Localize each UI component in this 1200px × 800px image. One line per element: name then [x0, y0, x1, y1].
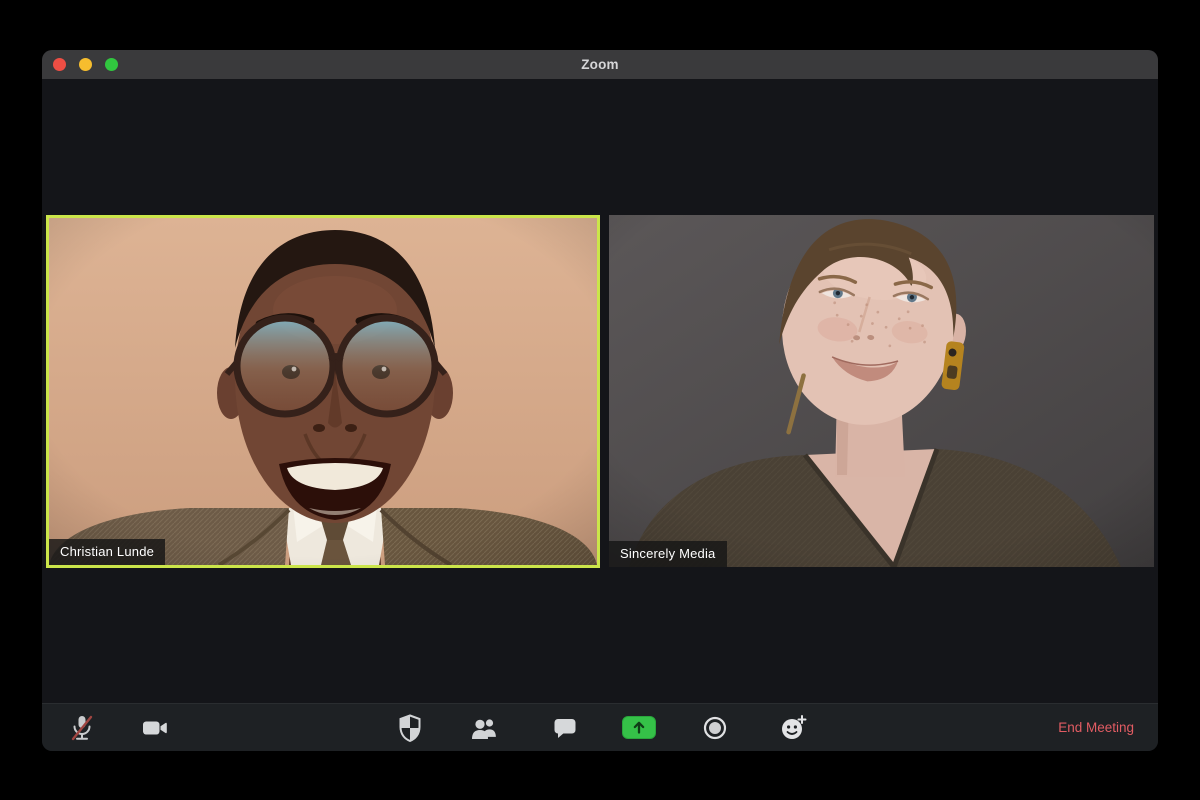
meeting-toolbar: End Meeting — [42, 703, 1158, 751]
window-title: Zoom — [42, 50, 1158, 79]
sincerely-media-video-feed — [609, 215, 1154, 567]
chat-bubble-icon — [552, 716, 578, 740]
mute-button[interactable] — [66, 710, 98, 746]
video-camera-icon — [141, 715, 169, 741]
chat-button[interactable] — [549, 710, 581, 746]
record-icon — [702, 715, 728, 741]
video-tile-sincerely-media[interactable]: Sincerely Media — [609, 215, 1154, 567]
participant-name-tag: Sincerely Media — [609, 541, 727, 567]
video-button[interactable] — [139, 710, 171, 746]
window-titlebar[interactable]: Zoom — [42, 50, 1158, 79]
video-tile-christian-lunde[interactable]: Christian Lunde — [46, 215, 600, 568]
reactions-icon — [780, 714, 807, 741]
participants-button[interactable] — [469, 710, 501, 746]
zoom-app-window: Zoom — [42, 50, 1158, 751]
video-stage: Christian Lunde — [42, 79, 1158, 703]
christian-lunde-video-feed — [49, 218, 597, 565]
share-screen-button[interactable] — [622, 710, 656, 746]
microphone-muted-icon — [69, 714, 95, 742]
record-button[interactable] — [699, 710, 731, 746]
share-screen-icon — [622, 716, 656, 739]
participant-name-tag: Christian Lunde — [49, 539, 165, 565]
shield-icon — [397, 714, 423, 742]
reactions-button[interactable] — [777, 710, 809, 746]
security-button[interactable] — [394, 710, 426, 746]
participants-icon — [470, 715, 500, 741]
end-meeting-button[interactable]: End Meeting — [1058, 720, 1134, 735]
